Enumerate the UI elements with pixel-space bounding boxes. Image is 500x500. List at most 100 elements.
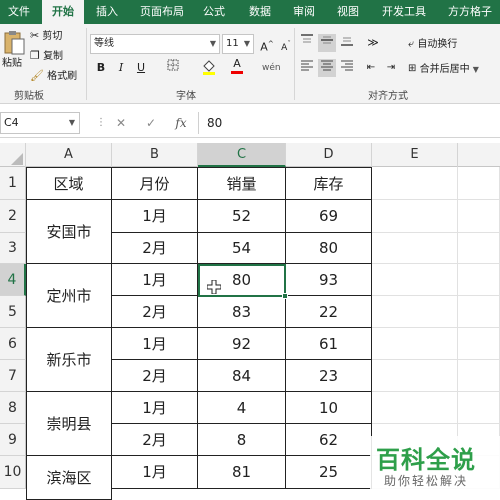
table-cell[interactable]: 4	[198, 392, 286, 424]
table-cell[interactable]: 8	[198, 424, 286, 456]
tab-fangfang[interactable]: 方方格子	[440, 0, 500, 24]
cut-button[interactable]: ✂ 剪切	[30, 26, 62, 46]
region-cell[interactable]: 崇明县	[26, 392, 112, 456]
row-header-7[interactable]: 7	[0, 360, 26, 392]
merge-center-button[interactable]: ⊞ 合并后居中 ▼	[408, 59, 479, 79]
empty-cell[interactable]	[458, 264, 500, 296]
copy-button[interactable]: ❐ 复制	[30, 46, 63, 66]
empty-cell[interactable]	[372, 233, 458, 264]
table-cell[interactable]: 1月	[112, 392, 198, 424]
tab-data[interactable]: 数据	[242, 0, 278, 24]
align-middle-button[interactable]	[318, 34, 336, 52]
table-cell[interactable]: 2月	[112, 233, 198, 264]
italic-button[interactable]: I	[112, 59, 130, 77]
empty-cell[interactable]	[458, 200, 500, 233]
wrap-text-button[interactable]: ⤶ 自动换行	[408, 34, 457, 54]
table-header-cell[interactable]	[26, 167, 27, 200]
table-cell[interactable]: 10	[286, 392, 372, 424]
format-painter-button[interactable]: 🖌 格式刷	[30, 66, 77, 86]
tab-review[interactable]: 审阅	[286, 0, 322, 24]
row-header-4[interactable]: 4	[0, 264, 26, 296]
table-cell[interactable]: 2月	[112, 424, 198, 456]
tab-formulas[interactable]: 公式	[196, 0, 232, 24]
empty-cell[interactable]	[372, 167, 458, 200]
empty-cell[interactable]	[372, 200, 458, 233]
align-center-button[interactable]	[318, 59, 336, 77]
table-cell[interactable]: 23	[286, 360, 372, 392]
region-cell[interactable]: 滨海区	[26, 456, 112, 500]
table-cell[interactable]: 62	[286, 424, 372, 456]
empty-cell[interactable]	[458, 360, 500, 392]
border-button[interactable]	[164, 59, 182, 77]
table-cell[interactable]: 1月	[112, 200, 198, 233]
column-header-a[interactable]: A	[26, 143, 112, 167]
column-header-f[interactable]	[458, 143, 500, 167]
column-header-b[interactable]: B	[112, 143, 198, 167]
region-cell[interactable]: 定州市	[26, 264, 112, 328]
table-cell[interactable]: 83	[198, 296, 286, 328]
table-header-cell[interactable]: 销量	[198, 167, 286, 200]
table-header-cell[interactable]: 库存	[286, 167, 372, 200]
tab-view[interactable]: 视图	[330, 0, 366, 24]
row-header-3[interactable]: 3	[0, 233, 26, 264]
column-header-d[interactable]: D	[286, 143, 372, 167]
increase-indent-button[interactable]: ⇥	[382, 59, 400, 77]
insert-function-icon[interactable]: fx	[172, 114, 190, 132]
increase-font-button[interactable]: A^	[258, 35, 276, 54]
orientation-button[interactable]: ≫	[364, 34, 382, 52]
select-all-corner[interactable]	[0, 143, 26, 167]
decrease-font-button[interactable]: Aˇ	[277, 35, 295, 53]
decrease-indent-button[interactable]: ⇤	[362, 59, 380, 77]
table-cell[interactable]: 2月	[112, 296, 198, 328]
empty-cell[interactable]	[458, 328, 500, 360]
row-header-9[interactable]: 9	[0, 424, 26, 456]
row-header-5[interactable]: 5	[0, 296, 26, 328]
row-header-2[interactable]: 2	[0, 200, 26, 233]
confirm-edit-icon[interactable]: ✓	[142, 114, 160, 132]
align-right-button[interactable]	[338, 59, 356, 77]
underline-button[interactable]: U	[132, 59, 150, 77]
row-header-6[interactable]: 6	[0, 328, 26, 360]
bold-button[interactable]: B	[92, 59, 110, 77]
table-cell[interactable]: 92	[198, 328, 286, 360]
table-cell[interactable]: 93	[286, 264, 372, 296]
align-left-button[interactable]	[298, 59, 316, 77]
table-cell[interactable]: 52	[198, 200, 286, 233]
column-header-c[interactable]: C	[198, 143, 286, 167]
table-cell[interactable]: 61	[286, 328, 372, 360]
empty-cell[interactable]	[372, 328, 458, 360]
empty-cell[interactable]	[372, 392, 458, 424]
region-cell[interactable]: 安国市	[26, 200, 112, 264]
table-cell[interactable]: 81	[198, 456, 286, 489]
region-cell[interactable]: 新乐市	[26, 328, 112, 392]
empty-cell[interactable]	[458, 296, 500, 328]
table-cell[interactable]: 84	[198, 360, 286, 392]
align-bottom-button[interactable]	[338, 34, 356, 52]
empty-cell[interactable]	[372, 264, 458, 296]
table-cell[interactable]: 54	[198, 233, 286, 264]
fill-color-button[interactable]	[200, 59, 218, 77]
empty-cell[interactable]	[372, 360, 458, 392]
empty-cell[interactable]	[458, 392, 500, 424]
row-header-1[interactable]: 1	[0, 167, 26, 200]
formula-input[interactable]: 80	[198, 112, 500, 134]
tab-developer[interactable]: 开发工具	[376, 0, 432, 24]
column-header-e[interactable]: E	[372, 143, 458, 167]
cancel-edit-icon[interactable]: ✕	[112, 114, 130, 132]
paste-button[interactable]: 粘贴	[2, 30, 26, 76]
empty-cell[interactable]	[458, 167, 500, 200]
table-header-cell[interactable]: 月份	[112, 167, 198, 200]
table-cell[interactable]: 1月	[112, 264, 198, 296]
row-header-10[interactable]: 10	[0, 456, 26, 489]
table-cell[interactable]: 69	[286, 200, 372, 233]
row-header-8[interactable]: 8	[0, 392, 26, 424]
font-color-button[interactable]: A	[228, 57, 246, 75]
more-options-icon[interactable]: ⋮	[92, 114, 110, 132]
font-name-select[interactable]: 等线 ▼	[90, 34, 220, 54]
table-cell[interactable]: 25	[286, 456, 372, 489]
empty-cell[interactable]	[372, 296, 458, 328]
tab-file[interactable]: 文件	[0, 0, 38, 24]
name-box[interactable]: C4 ▼	[0, 112, 80, 134]
tab-home[interactable]: 开始	[42, 0, 84, 24]
phonetic-button[interactable]: wén	[262, 59, 281, 77]
